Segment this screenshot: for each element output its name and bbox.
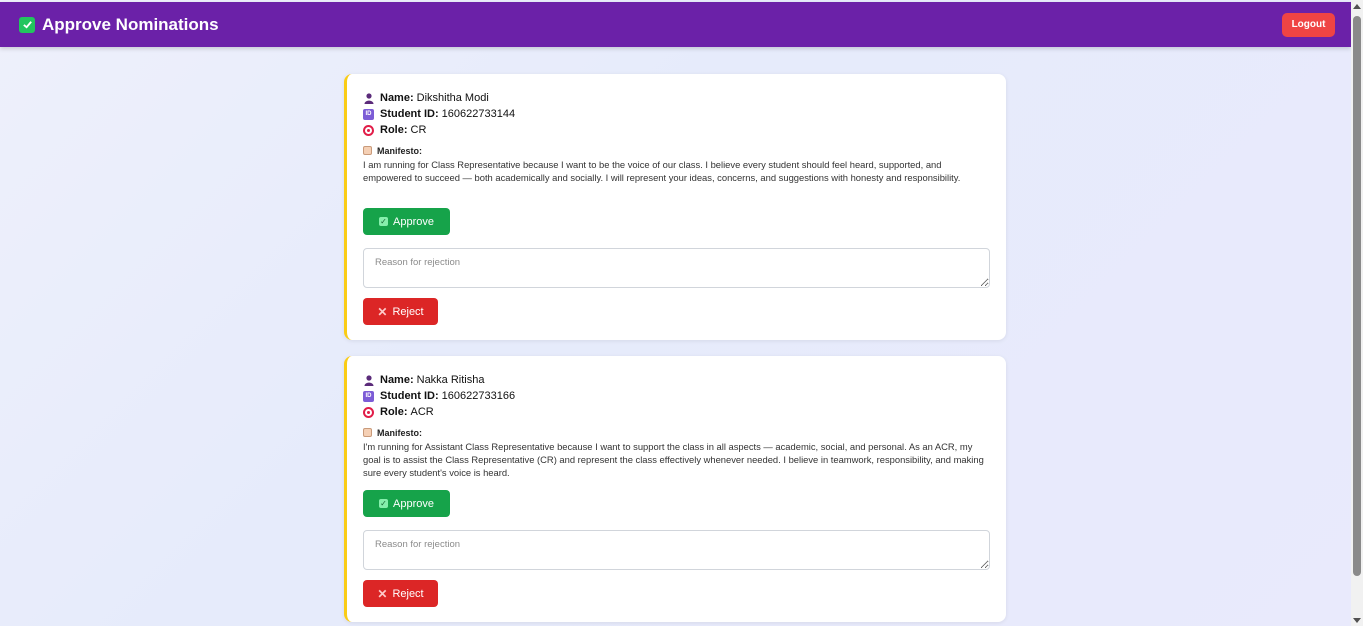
rejection-reason-input[interactable] — [363, 248, 990, 288]
manifesto-text: I am running for Class Representative be… — [363, 159, 961, 183]
student-id-value: 160622733144 — [441, 108, 516, 120]
manifesto-label: Manifesto: — [377, 145, 422, 156]
nomination-list: Name: Dikshitha Modi ID Student ID: 1606… — [344, 74, 1006, 626]
student-id-label: Student ID: — [380, 390, 439, 402]
nomination-card: Name: Nakka Ritisha ID Student ID: 16062… — [344, 356, 1006, 622]
person-icon — [363, 92, 374, 104]
approve-label: Approve — [393, 497, 434, 510]
id-badge-icon: ID — [363, 390, 374, 402]
role-value: ACR — [410, 406, 434, 418]
check-box-icon: ✓ — [379, 217, 388, 226]
candidate-name: Nakka Ritisha — [416, 374, 485, 386]
page-title: Approve Nominations — [42, 14, 219, 34]
check-box-icon — [19, 16, 35, 33]
student-id-row: ID Student ID: 160622733144 — [363, 106, 990, 122]
role-value: CR — [410, 124, 427, 136]
scroll-up-arrow-icon[interactable] — [1353, 4, 1361, 9]
page-scrollbar[interactable] — [1351, 0, 1363, 626]
scroll-thumb[interactable] — [1353, 16, 1361, 576]
candidate-name: Dikshitha Modi — [416, 92, 489, 104]
person-icon — [363, 374, 374, 386]
name-label: Name: — [380, 92, 414, 104]
brand: Approve Nominations — [19, 15, 219, 35]
role-row: Role: CR — [363, 122, 990, 138]
check-box-icon: ✓ — [379, 499, 388, 508]
reject-label: Reject — [392, 305, 424, 318]
reject-button[interactable]: ✕ Reject — [363, 580, 438, 607]
student-id-value: 160622733166 — [441, 390, 516, 402]
top-bar: Approve Nominations Logout — [0, 2, 1351, 47]
student-id-row: ID Student ID: 160622733166 — [363, 388, 990, 404]
id-badge-icon: ID — [363, 108, 374, 120]
manifesto-heading: Manifesto: — [363, 144, 990, 157]
student-id-label: Student ID: — [380, 108, 439, 120]
name-row: Name: Nakka Ritisha — [363, 372, 990, 388]
approve-button[interactable]: ✓ Approve — [363, 490, 450, 517]
manifesto-text: I'm running for Assistant Class Represen… — [363, 441, 984, 478]
role-label: Role: — [380, 124, 408, 136]
approve-button[interactable]: ✓ Approve — [363, 208, 450, 235]
scroll-down-arrow-icon[interactable] — [1353, 618, 1361, 623]
scroll-icon — [363, 428, 372, 437]
cross-icon: ✕ — [377, 304, 388, 319]
cross-icon: ✕ — [377, 586, 388, 601]
reject-button[interactable]: ✕ Reject — [363, 298, 438, 325]
name-label: Name: — [380, 374, 414, 386]
manifesto-heading: Manifesto: — [363, 426, 990, 439]
rejection-reason-input[interactable] — [363, 530, 990, 570]
role-row: Role: ACR — [363, 404, 990, 420]
reject-label: Reject — [392, 587, 424, 600]
nomination-card: Name: Dikshitha Modi ID Student ID: 1606… — [344, 74, 1006, 340]
scroll-icon — [363, 146, 372, 155]
target-icon — [363, 124, 374, 136]
approve-label: Approve — [393, 215, 434, 228]
role-label: Role: — [380, 406, 408, 418]
manifesto-label: Manifesto: — [377, 427, 422, 438]
name-row: Name: Dikshitha Modi — [363, 90, 990, 106]
target-icon — [363, 406, 374, 418]
logout-button[interactable]: Logout — [1282, 12, 1335, 37]
